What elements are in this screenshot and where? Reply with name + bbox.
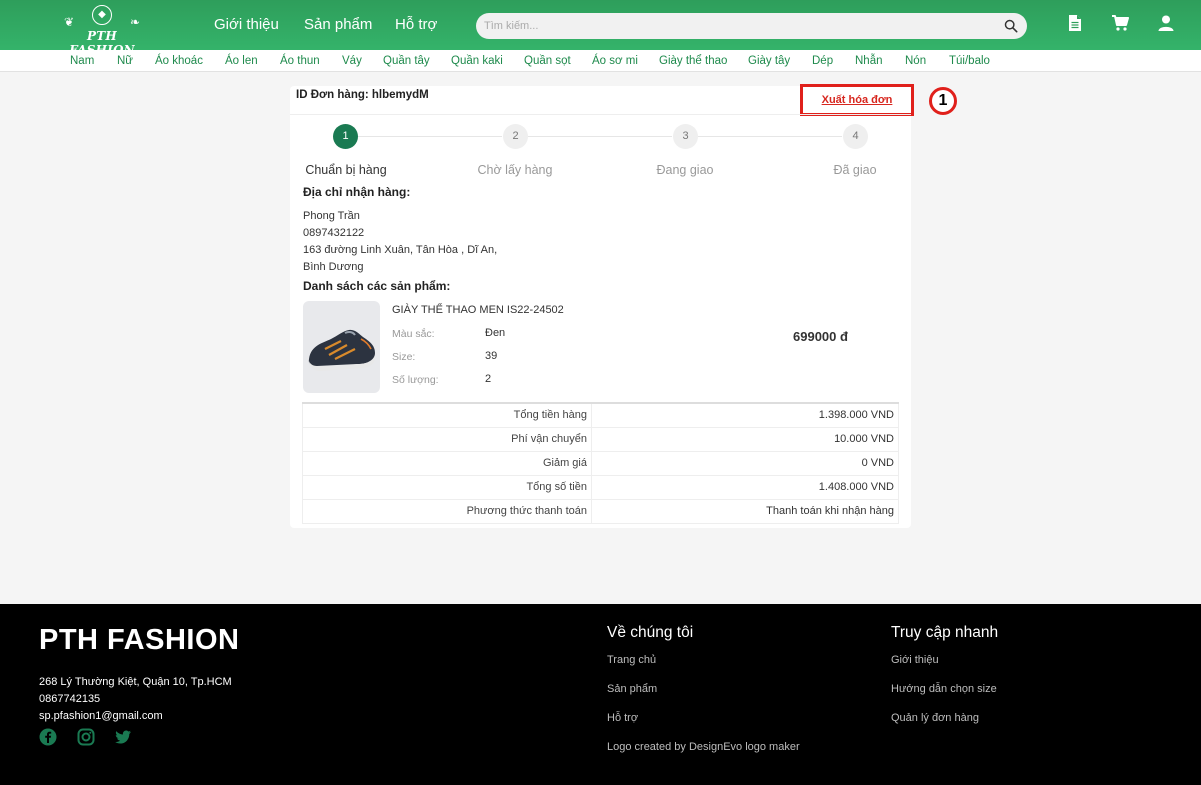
color-value: Đen <box>485 327 506 339</box>
step-connector <box>358 136 502 137</box>
nav-ho-tro[interactable]: Hỗ trợ <box>395 0 437 50</box>
category-link[interactable]: Túi/balo <box>949 50 990 72</box>
product-price: 699000 đ <box>793 329 848 344</box>
step-4-dot: 4 <box>843 124 868 149</box>
step-2-label: Chờ lấy hàng <box>477 163 553 177</box>
footer-address: 268 Lý Thường Kiệt, Quận 10, Tp.HCM <box>39 676 232 688</box>
user-icon[interactable] <box>1157 14 1175 32</box>
search-icon[interactable] <box>1004 19 1018 33</box>
table-row: Giảm giá 0 VND <box>302 450 899 476</box>
summary-value: 1.408.000 VND <box>591 474 899 500</box>
search-bar <box>476 13 1027 39</box>
category-link[interactable]: Quần kaki <box>451 50 503 72</box>
export-highlight-box: Xuất hóa đơn <box>800 84 914 116</box>
swirl-left-icon: ❦ <box>64 15 75 29</box>
twitter-icon[interactable] <box>114 728 132 746</box>
category-link[interactable]: Nữ <box>117 50 133 72</box>
category-link[interactable]: Áo sơ mi <box>592 50 638 72</box>
step-3-dot: 3 <box>673 124 698 149</box>
table-row: Phí vận chuyển 10.000 VND <box>302 426 899 452</box>
products-title: Danh sách các sản phẩm: <box>303 279 451 293</box>
summary-label: Phí vận chuyển <box>302 426 592 452</box>
nav-gioi-thieu[interactable]: Giới thiệu <box>214 0 279 50</box>
annotation-marker: 1 <box>929 87 957 115</box>
order-id: ID Đơn hàng: hlbemydM <box>296 89 429 101</box>
summary-label: Phương thức thanh toán <box>302 498 592 524</box>
category-link[interactable]: Quần tây <box>383 50 430 72</box>
divider <box>290 114 911 115</box>
category-link[interactable]: Áo len <box>225 50 258 72</box>
category-link[interactable]: Quần sọt <box>524 50 571 72</box>
footer-phone: 0867742135 <box>39 693 101 705</box>
size-label: Size: <box>392 351 416 363</box>
quantity-label: Số lượng: <box>392 374 439 386</box>
diamond-icon: ◆ <box>92 5 112 25</box>
site-footer: PTH FASHION 268 Lý Thường Kiệt, Quận 10,… <box>0 604 1201 785</box>
step-1-dot: 1 <box>333 124 358 149</box>
footer-about-title: Về chúng tôi <box>607 624 694 641</box>
color-label: Màu sắc: <box>392 328 435 340</box>
table-row: Phương thức thanh toán Thanh toán khi nh… <box>302 498 899 524</box>
category-link[interactable]: Nam <box>70 50 94 72</box>
footer-link-support[interactable]: Hỗ trợ <box>607 712 638 724</box>
document-icon[interactable] <box>1066 14 1084 32</box>
footer-link-logo-credit[interactable]: Logo created by DesignEvo logo maker <box>607 741 800 753</box>
export-invoice-button[interactable]: Xuất hóa đơn <box>803 87 911 113</box>
search-input[interactable] <box>484 17 984 35</box>
step-connector <box>698 136 842 137</box>
summary-value: 1.398.000 VND <box>591 402 899 428</box>
step-3-label: Đang giao <box>656 163 714 177</box>
summary-label: Giảm giá <box>302 450 592 476</box>
category-link[interactable]: Giày tây <box>748 50 790 72</box>
category-link[interactable]: Dép <box>812 50 833 72</box>
product-name: GIÀY THỂ THAO MEN IS22-24502 <box>392 304 564 316</box>
step-1-label: Chuẩn bị hàng <box>305 163 387 177</box>
footer-link-home[interactable]: Trang chủ <box>607 654 656 666</box>
instagram-icon[interactable] <box>77 728 95 746</box>
category-link[interactable]: Áo thun <box>280 50 320 72</box>
category-link[interactable]: Váy <box>342 50 362 72</box>
table-row: Tổng tiền hàng 1.398.000 VND <box>302 402 899 428</box>
footer-brand: PTH FASHION <box>39 624 240 656</box>
summary-value: 0 VND <box>591 450 899 476</box>
category-link[interactable]: Nón <box>905 50 926 72</box>
facebook-icon[interactable] <box>39 728 57 746</box>
size-value: 39 <box>485 350 498 362</box>
site-logo[interactable]: ◆ ❦ ❧ PTH FASHION <box>56 4 148 57</box>
top-header: ◆ ❦ ❧ PTH FASHION Giới thiệu Sản phẩm Hỗ… <box>0 0 1201 57</box>
step-2-dot: 2 <box>503 124 528 149</box>
category-link[interactable]: Giày thể thao <box>659 50 727 72</box>
recipient-street: 163 đường Linh Xuân, Tân Hòa , Dĩ An, <box>303 244 498 256</box>
recipient-name: Phong Trần <box>303 210 360 222</box>
sneaker-icon <box>308 329 376 371</box>
summary-value: 10.000 VND <box>591 426 899 452</box>
category-link[interactable]: Nhẫn <box>855 50 883 72</box>
footer-link-about[interactable]: Giới thiệu <box>891 654 939 666</box>
summary-label: Tổng số tiền <box>302 474 592 500</box>
nav-san-pham[interactable]: Sản phẩm <box>304 0 372 50</box>
summary-label: Tổng tiền hàng <box>302 402 592 428</box>
order-summary-table: Tổng tiền hàng 1.398.000 VND Phí vận chu… <box>302 402 899 524</box>
address-title: Địa chỉ nhận hàng: <box>303 185 411 199</box>
footer-email: sp.pfashion1@gmail.com <box>39 710 163 722</box>
swirl-right-icon: ❧ <box>129 15 140 29</box>
step-4-label: Đã giao <box>833 163 877 177</box>
recipient-phone: 0897432122 <box>303 227 365 239</box>
category-link[interactable]: Áo khoác <box>155 50 203 72</box>
category-bar: Nam Nữ Áo khoác Áo len Áo thun Váy Quần … <box>0 50 1201 72</box>
quantity-value: 2 <box>485 373 492 385</box>
footer-link-order-management[interactable]: Quản lý đơn hàng <box>891 712 979 724</box>
product-image <box>303 301 380 393</box>
table-row: Tổng số tiền 1.408.000 VND <box>302 474 899 500</box>
summary-value: Thanh toán khi nhận hàng <box>591 498 899 524</box>
cart-icon[interactable] <box>1111 14 1129 32</box>
footer-link-size-guide[interactable]: Hướng dẫn chọn size <box>891 683 997 695</box>
step-connector <box>528 136 672 137</box>
recipient-province: Bình Dương <box>303 261 364 273</box>
footer-quick-title: Truy cập nhanh <box>891 624 999 641</box>
footer-link-products[interactable]: Sản phẩm <box>607 683 657 695</box>
